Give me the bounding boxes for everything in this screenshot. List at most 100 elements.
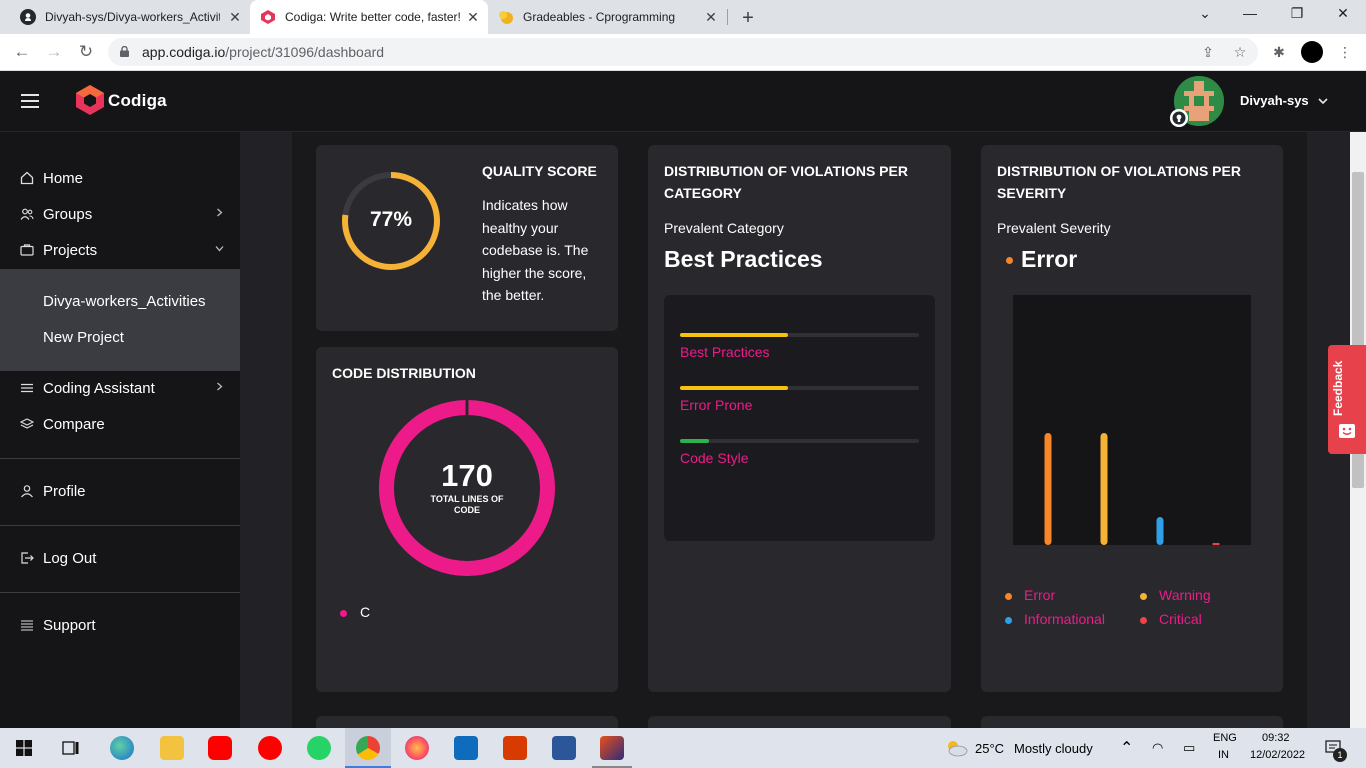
tab-title: Codiga: Write better code, faster! (285, 10, 460, 24)
chevron-down-icon[interactable] (1318, 96, 1328, 106)
sidebar-item-profile[interactable]: Profile (0, 473, 240, 509)
next-card-top (981, 716, 1283, 728)
windows-start-icon[interactable] (16, 740, 32, 756)
severity-title: DISTRIBUTION OF VIOLATIONS PER SEVERITY (997, 163, 1241, 201)
severity-legend-label: Error (1024, 587, 1056, 603)
sidebar-item-projects[interactable]: Projects (0, 232, 240, 268)
sidebar-item-compare[interactable]: Compare (0, 406, 240, 442)
lock-icon (120, 46, 129, 57)
address-bar[interactable]: app.codiga.io/project/31096/dashboard ⇪ … (108, 38, 1258, 66)
edge-icon[interactable] (110, 736, 134, 760)
restore-icon[interactable]: ❐ (1287, 5, 1307, 22)
projects-submenu: Divya-workers_Activities New Project (0, 269, 240, 371)
prevalent-severity-label: Prevalent Severity (997, 220, 1111, 236)
share-icon[interactable]: ⇪ (1200, 44, 1216, 60)
forward-icon[interactable]: → (44, 42, 64, 62)
browser-tab-gradeables[interactable]: Gradeables - Cprogramming ✕ (488, 0, 726, 34)
legend-dot (1140, 617, 1147, 624)
language-region[interactable]: IN (1218, 749, 1229, 761)
whatsapp-icon[interactable] (307, 736, 331, 760)
close-tab-icon[interactable]: ✕ (704, 10, 718, 24)
extensions-icon[interactable]: ✱ (1270, 44, 1288, 62)
sidebar-item-groups[interactable]: Groups (0, 196, 240, 232)
sidebar-item-label: Home (43, 169, 84, 187)
chrome-icon[interactable] (356, 736, 380, 760)
sidebar-item-label: Compare (43, 415, 105, 433)
minimize-icon[interactable]: — (1240, 5, 1260, 21)
task-view-icon[interactable] (62, 739, 80, 757)
prevalent-category-label: Prevalent Category (664, 220, 784, 236)
wifi-icon[interactable]: ◠ (1152, 740, 1163, 756)
category-bar-label: Error Prone (680, 397, 753, 413)
chevron-down-icon (215, 246, 224, 252)
github-icon (20, 9, 36, 25)
quality-score-title: QUALITY SCORE (482, 163, 597, 179)
tray-chevron-icon[interactable]: ⌃ (1120, 738, 1133, 758)
severity-legend-label: Informational (1024, 611, 1105, 627)
new-tab-button[interactable]: + (738, 7, 758, 30)
sidebar-item-label: Support (43, 616, 96, 634)
new-project-item[interactable]: New Project (43, 329, 124, 346)
sidebar-item-label: Log Out (43, 549, 97, 567)
prevalent-category-value: Best Practices (664, 246, 823, 272)
browser-tab-github[interactable]: Divyah-sys/Divya-workers_Activit ✕ (10, 0, 250, 34)
username[interactable]: Divyah-sys (1240, 93, 1309, 108)
severity-bar-error (1044, 433, 1052, 545)
logo-text[interactable]: Codiga (108, 91, 167, 111)
project-item[interactable]: Divya-workers_Activities (43, 293, 206, 310)
file-explorer-icon[interactable] (160, 736, 184, 760)
category-bar-label: Best Practices (680, 344, 770, 360)
clock-date[interactable]: 12/02/2022 (1250, 749, 1305, 761)
codiga-logo-icon[interactable] (75, 84, 105, 116)
category-bar-fill (680, 439, 709, 443)
app-v-icon[interactable] (600, 736, 624, 760)
tab-title: Divyah-sys/Divya-workers_Activit (45, 10, 220, 24)
groups-icon (20, 208, 34, 220)
windows-app-icon[interactable] (552, 736, 576, 760)
close-window-icon[interactable]: ✕ (1333, 5, 1353, 22)
severity-bar-critical (1212, 543, 1220, 545)
menu-icon (21, 620, 33, 631)
youtube-icon[interactable] (208, 736, 232, 760)
tab-search-icon[interactable]: ⌄ (1195, 5, 1215, 22)
quality-score-description: Indicates how healthy your codebase is. … (482, 197, 589, 303)
sidebar-item-label: Profile (43, 482, 86, 500)
outlook-icon[interactable] (454, 736, 478, 760)
severity-bar-informational (1156, 517, 1164, 545)
category-title: DISTRIBUTION OF VIOLATIONS PER CATEGORY (664, 163, 908, 201)
sidebar-item-logout[interactable]: Log Out (0, 540, 240, 576)
url-text: app.codiga.io/project/31096/dashboard (142, 44, 384, 60)
sidebar-item-home[interactable]: Home (0, 160, 240, 196)
battery-icon[interactable]: ▭ (1183, 740, 1195, 756)
legend-dot (1005, 593, 1012, 600)
weather-temp[interactable]: 25°C (975, 741, 1004, 756)
youtube-music-icon[interactable] (258, 736, 282, 760)
close-tab-icon[interactable]: ✕ (228, 10, 242, 24)
browser-tab-codiga[interactable]: Codiga: Write better code, faster! ✕ (250, 0, 488, 34)
reload-icon[interactable]: ↻ (76, 42, 96, 62)
sidebar-item-coding-assistant[interactable]: Coding Assistant (0, 370, 240, 406)
language-code[interactable]: ENG (1213, 732, 1237, 744)
bookmark-star-icon[interactable]: ☆ (1232, 44, 1248, 60)
browser-profile-avatar[interactable] (1301, 41, 1323, 63)
next-card-top (316, 716, 618, 728)
total-lines-value: 170 (441, 458, 493, 493)
weather-desc[interactable]: Mostly cloudy (1014, 741, 1093, 756)
sidebar-item-support[interactable]: Support (0, 607, 240, 643)
clock-time[interactable]: 09:32 (1262, 732, 1290, 744)
close-tab-icon[interactable]: ✕ (466, 10, 480, 24)
weather-cloudy-icon[interactable] (944, 738, 968, 758)
back-icon[interactable]: ← (12, 42, 32, 62)
browser-tabstrip: Divyah-sys/Divya-workers_Activit ✕ Codig… (0, 0, 1366, 34)
windows-taskbar: 25°C Mostly cloudy ⌃ ◠ ▭ ENG IN 09:32 12… (0, 728, 1366, 768)
hamburger-menu-icon[interactable] (21, 94, 39, 108)
notification-count-badge: 1 (1333, 748, 1347, 762)
url-host: app.codiga.io (142, 44, 226, 60)
left-gutter (240, 132, 292, 728)
chrome-menu-icon[interactable]: ⋮ (1336, 44, 1354, 62)
tab-title: Gradeables - Cprogramming (523, 10, 676, 24)
chevron-right-icon (217, 208, 223, 217)
office-icon[interactable] (503, 736, 527, 760)
sidebar: Home Groups Projects Divya-workers_Activ… (0, 132, 240, 728)
firefox-icon[interactable] (405, 736, 429, 760)
